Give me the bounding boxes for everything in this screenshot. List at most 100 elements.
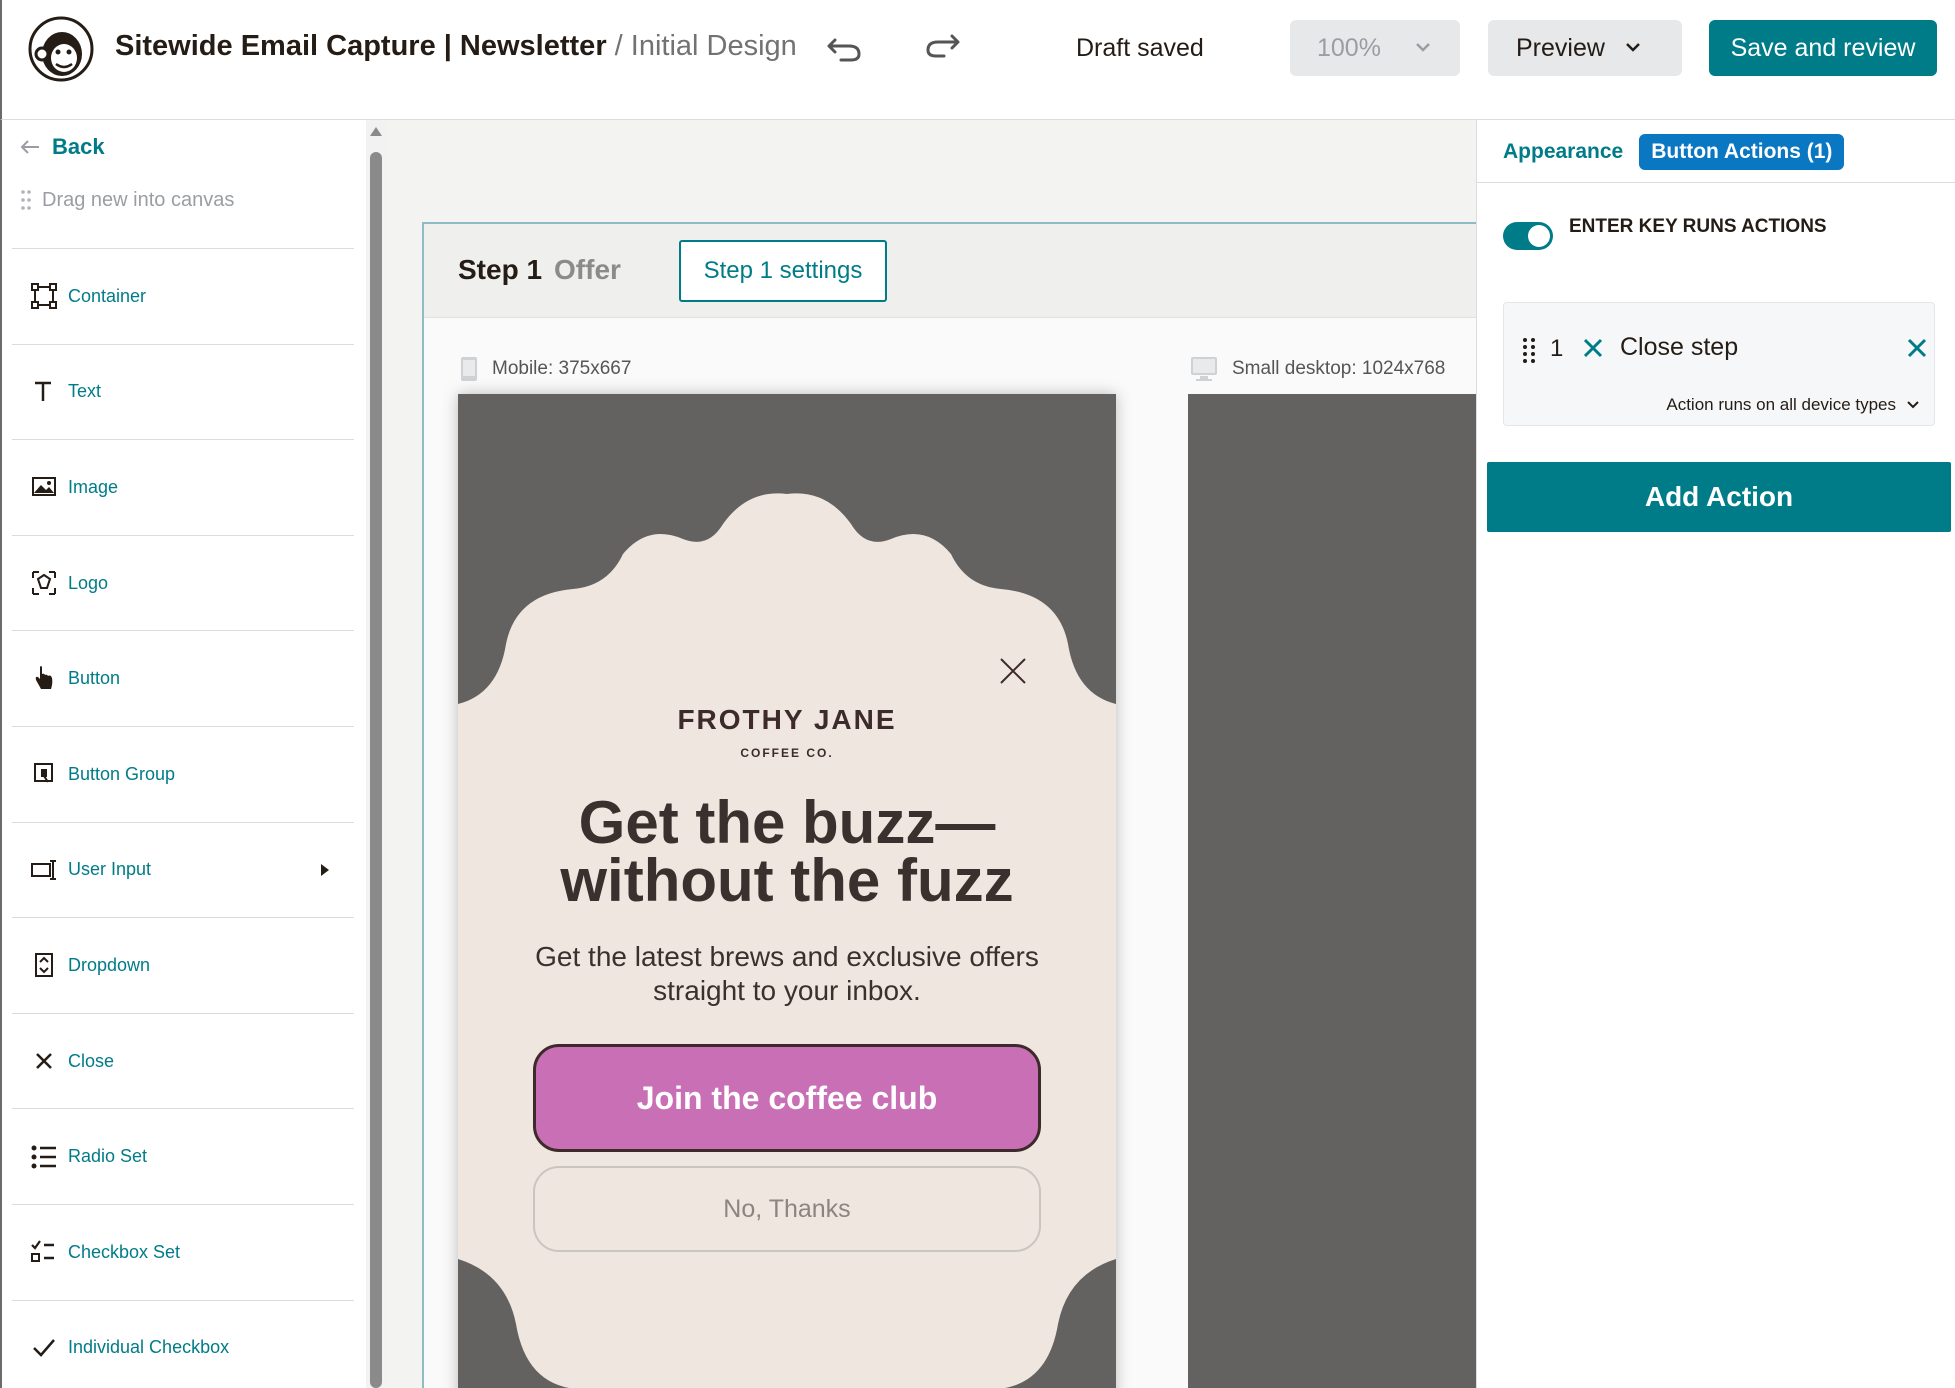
- drag-handle-icon[interactable]: [1522, 337, 1536, 363]
- sidebar-item-close[interactable]: Close: [12, 1012, 354, 1109]
- join-coffee-club-button[interactable]: Join the coffee club: [533, 1044, 1041, 1152]
- step-title: Step 1 Offer: [458, 254, 621, 286]
- desktop-preview-label: Small desktop: 1024x768: [1190, 356, 1445, 382]
- app-header: Sitewide Email Capture | Newsletter / In…: [0, 0, 1955, 120]
- sidebar-item-label: Logo: [68, 572, 109, 593]
- sidebar-item-label: Button Group: [68, 763, 176, 784]
- mailchimp-logo-icon[interactable]: [28, 16, 94, 82]
- campaign-title: Sitewide Email Capture | Newsletter: [115, 30, 607, 62]
- enter-key-toggle[interactable]: [1503, 222, 1553, 250]
- sidebar-item-logo[interactable]: Logo: [12, 534, 354, 631]
- action-card: 1 Close step Action runs on all device t…: [1503, 302, 1935, 426]
- checkbox-set-icon: [30, 1238, 58, 1266]
- sidebar-item-dropdown[interactable]: Dropdown: [12, 917, 354, 1013]
- mobile-label-text: Mobile: 375x667: [492, 358, 632, 379]
- tab-button-actions[interactable]: Button Actions (1): [1639, 134, 1845, 170]
- action-index: 1: [1550, 335, 1564, 362]
- popup-brand-sub: COFFEE CO.: [740, 746, 834, 760]
- element-sidebar: Back Drag new into canvas Container Text…: [0, 120, 370, 1388]
- sidebar-item-label: Individual Checkbox: [68, 1337, 230, 1358]
- mobile-preview-label: Mobile: 375x667: [460, 356, 631, 382]
- popup-close-icon[interactable]: [998, 656, 1028, 686]
- sidebar-item-button-group[interactable]: Button Group: [12, 725, 354, 822]
- text-icon: [30, 378, 58, 406]
- headline-line-1: Get the buzz—: [578, 789, 996, 856]
- device-types-label: Action runs on all device types: [1666, 395, 1896, 414]
- user-input-icon: [30, 856, 58, 884]
- step-bar: Step 1 Offer Step 1 settings: [424, 224, 1480, 318]
- sidebar-item-label: Close: [68, 1050, 115, 1071]
- chevron-down-icon: [1907, 401, 1919, 409]
- chevron-down-icon: [1626, 43, 1640, 52]
- sidebar-item-image[interactable]: Image: [12, 439, 354, 535]
- scrollbar-thumb[interactable]: [370, 152, 382, 1388]
- pointer-icon: [30, 665, 58, 693]
- drag-hint-label: Drag new into canvas: [42, 188, 235, 211]
- step-frame: Step 1 Offer Step 1 settings Mobile: 375x…: [422, 222, 1488, 1388]
- sidebar-item-container[interactable]: Container: [12, 248, 354, 344]
- step-settings-button[interactable]: Step 1 settings: [679, 240, 887, 302]
- headline-line-2: without the fuzz: [560, 847, 1014, 914]
- back-button[interactable]: Back: [20, 134, 105, 160]
- redo-icon[interactable]: [922, 26, 962, 66]
- popup-headline[interactable]: Get the buzz— without the fuzz: [458, 789, 1116, 914]
- sidebar-item-label: Radio Set: [68, 1146, 148, 1167]
- save-and-review-button[interactable]: Save and review: [1709, 20, 1937, 76]
- sidebar-item-label: User Input: [68, 859, 152, 880]
- popup-brand: FROTHY JANE: [677, 704, 897, 735]
- zoom-value: 100%: [1317, 33, 1381, 62]
- logo-icon: [30, 569, 58, 597]
- desktop-device-icon: [1191, 357, 1217, 381]
- mobile-device-icon: [461, 357, 477, 381]
- page-title: Sitewide Email Capture | Newsletter / In…: [115, 30, 797, 63]
- preview-label: Preview: [1516, 33, 1605, 62]
- chevron-down-icon: [1416, 43, 1430, 52]
- drag-hint: Drag new into canvas: [20, 188, 234, 212]
- preview-button[interactable]: Preview: [1488, 20, 1682, 76]
- add-action-button[interactable]: Add Action: [1487, 462, 1951, 532]
- properties-panel: Appearance Button Actions (1) ENTER KEY …: [1476, 120, 1955, 1388]
- no-thanks-button[interactable]: No, Thanks: [533, 1166, 1041, 1252]
- sidebar-item-label: Button: [68, 668, 121, 689]
- tabs-divider: [1477, 182, 1955, 183]
- design-canvas: Step 1 Offer Step 1 settings Mobile: 375x…: [386, 120, 1488, 1388]
- arrow-left-icon: [20, 140, 39, 154]
- radio-set-icon: [30, 1143, 58, 1171]
- sidebar-item-individual-checkbox[interactable]: Individual Checkbox: [12, 1299, 354, 1388]
- desktop-preview: [1188, 394, 1488, 1388]
- panel-tabs: Appearance Button Actions (1): [1503, 134, 1845, 170]
- sidebar-item-button[interactable]: Button: [12, 630, 354, 726]
- container-icon: [30, 282, 58, 310]
- sidebar-item-radio-set[interactable]: Radio Set: [12, 1108, 354, 1204]
- device-types-select[interactable]: Action runs on all device types: [1666, 395, 1920, 415]
- remove-action-icon[interactable]: [1906, 337, 1928, 359]
- action-title: Close step: [1620, 333, 1739, 361]
- enter-key-label: ENTER KEY RUNS ACTIONS: [1569, 216, 1827, 237]
- step-label: Step 1: [458, 254, 543, 285]
- sidebar-item-label: Image: [68, 476, 119, 497]
- sidebar-item-text[interactable]: Text: [12, 343, 354, 440]
- undo-icon[interactable]: [825, 26, 865, 66]
- tab-appearance[interactable]: Appearance: [1503, 140, 1623, 164]
- sidebar-item-user-input[interactable]: User Input: [12, 821, 354, 918]
- caret-right-icon: [321, 863, 329, 876]
- desktop-label-text: Small desktop: 1024x768: [1232, 358, 1446, 379]
- image-icon: [30, 473, 58, 501]
- drag-handle-icon: [21, 190, 31, 210]
- popup-subhead[interactable]: Get the latest brews and exclusive offer…: [518, 940, 1056, 1008]
- sidebar-item-label: Dropdown: [68, 954, 151, 975]
- design-name: / Initial Design: [606, 30, 797, 62]
- sidebar-scrollbar[interactable]: [366, 120, 386, 1388]
- button-group-icon: [30, 760, 58, 788]
- zoom-select[interactable]: 100%: [1290, 20, 1460, 76]
- sidebar-item-checkbox-set[interactable]: Checkbox Set: [12, 1203, 354, 1300]
- scroll-up-icon[interactable]: [368, 124, 384, 138]
- sidebar-item-label: Container: [68, 285, 147, 306]
- checkmark-icon: [30, 1334, 58, 1362]
- step-name: Offer: [554, 254, 621, 285]
- close-icon: [30, 1047, 58, 1075]
- element-list: Container Text Image Logo Button Button …: [12, 248, 354, 1388]
- close-step-icon: [1583, 338, 1603, 358]
- back-label: Back: [52, 134, 105, 159]
- mobile-preview: FROTHY JANE COFFEE CO. Get the buzz— wit…: [458, 394, 1116, 1388]
